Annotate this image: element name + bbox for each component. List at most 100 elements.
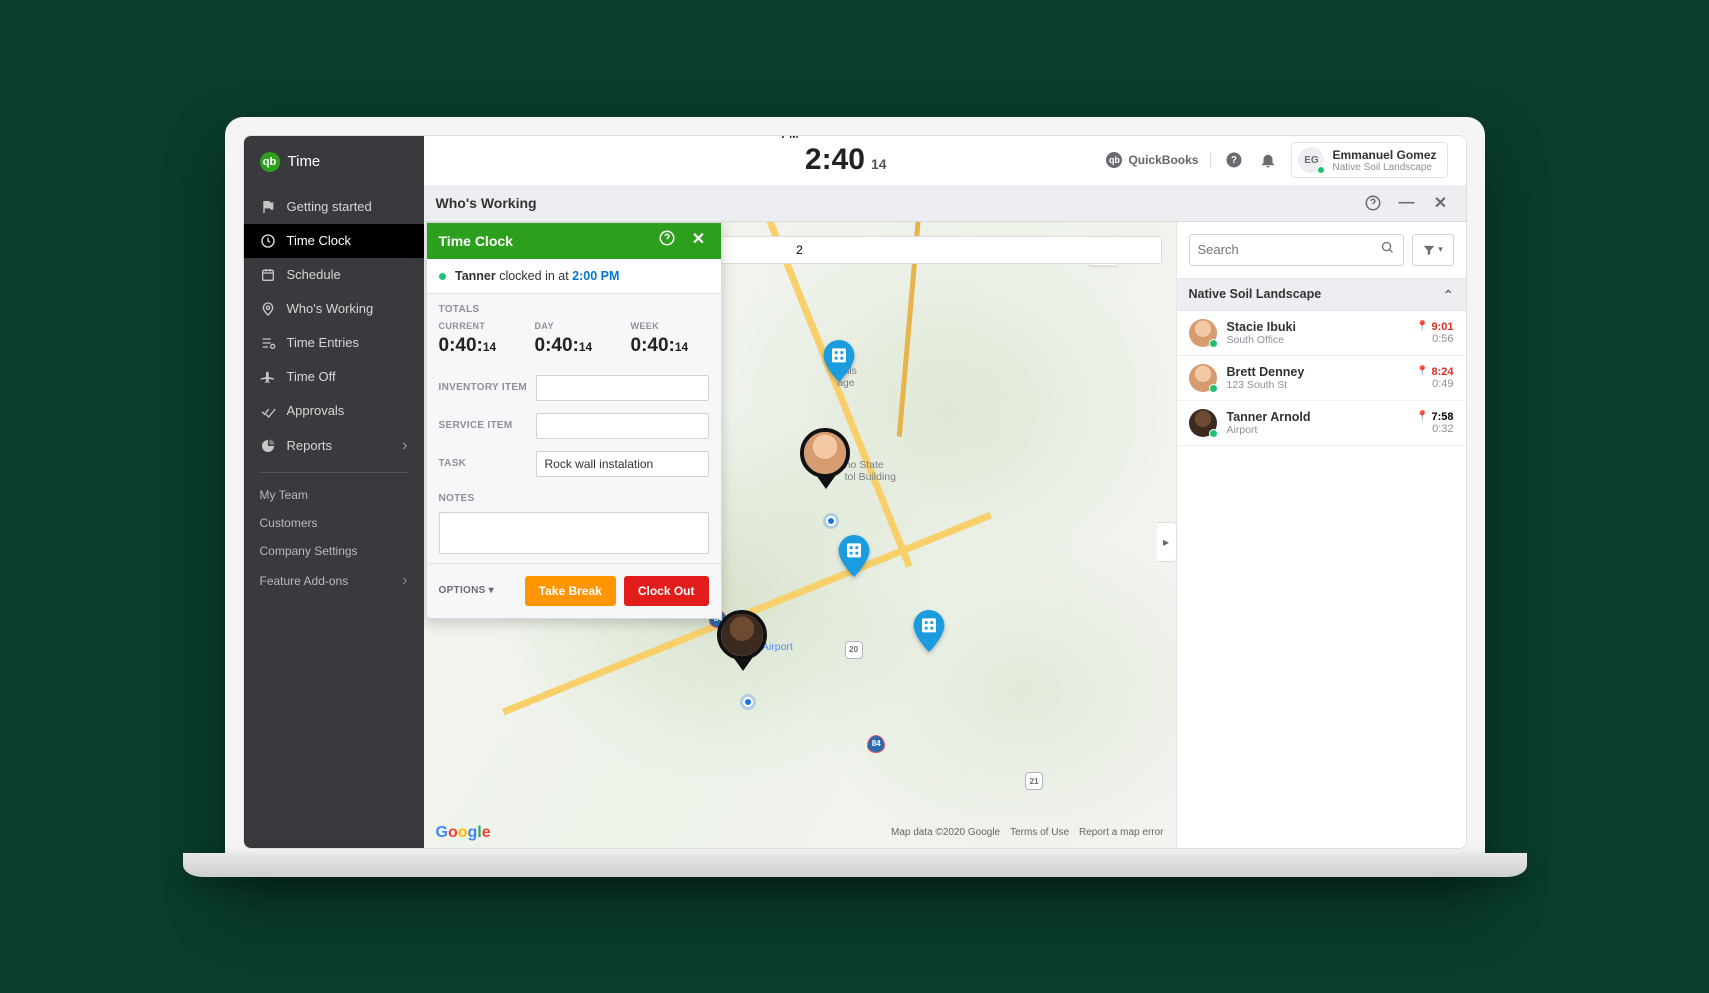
clock-out-button[interactable]: Clock Out <box>624 576 709 606</box>
panel-minimize-button[interactable]: — <box>1394 190 1420 216</box>
close-icon: ✕ <box>1434 193 1447 213</box>
employee-name: Stacie Ibuki <box>1227 320 1407 334</box>
route-shield-icon: 20 <box>845 641 863 659</box>
nav-label: Getting started <box>287 199 372 214</box>
nav-reports[interactable]: Reports › <box>244 428 424 464</box>
nav-label: Time Clock <box>287 233 352 248</box>
nav-schedule[interactable]: Schedule <box>244 258 424 292</box>
calendar-icon <box>260 267 276 283</box>
brand: qb Time <box>244 148 424 190</box>
plane-icon <box>260 369 276 385</box>
minimize-icon: — <box>1399 194 1415 212</box>
nav-approvals[interactable]: Approvals <box>244 394 424 428</box>
nav-company-settings[interactable]: Company Settings <box>244 537 424 565</box>
employee-time-primary: 📍9:01 <box>1416 321 1453 333</box>
totals-label: TOTALS <box>427 294 721 321</box>
help-icon: ? <box>1225 151 1243 169</box>
clock-status: Tanner clocked in at 2:00 PM <box>427 259 721 294</box>
map-attribution: Google Map data ©2020 Google Terms of Us… <box>424 818 1176 848</box>
nav-customers[interactable]: Customers <box>244 509 424 537</box>
search-input[interactable] <box>1198 242 1380 257</box>
map[interactable]: 2 Hillsage ho Statetol Building Airport … <box>424 222 1176 848</box>
nav-time-off[interactable]: Time Off <box>244 360 424 394</box>
employee-map-pin[interactable] <box>800 428 852 490</box>
location-pin[interactable] <box>822 340 856 382</box>
svg-text:?: ? <box>1231 155 1237 166</box>
notes-textarea[interactable] <box>439 512 709 554</box>
status-dot-icon <box>1209 384 1218 393</box>
roster-panel: ▾ Native Soil Landscape ⌃ Stacie Ibuki S… <box>1176 222 1466 848</box>
route-shield-icon: 21 <box>1025 772 1043 790</box>
sidebar-divider <box>260 472 408 473</box>
employee-avatar <box>1189 319 1217 347</box>
nav-getting-started[interactable]: Getting started <box>244 190 424 224</box>
panel-close-button[interactable]: ✕ <box>1428 190 1454 216</box>
nav-label: Time Entries <box>287 335 359 350</box>
employee-map-pin[interactable] <box>717 610 769 672</box>
google-logo-icon: Google <box>436 824 491 842</box>
filter-button[interactable]: ▾ <box>1412 234 1454 266</box>
roster-search[interactable] <box>1189 234 1404 266</box>
employee-time-secondary: 0:49 <box>1416 378 1453 390</box>
service-input[interactable] <box>536 413 709 439</box>
employee-row[interactable]: Brett Denney 123 South St 📍8:24 0:49 <box>1177 356 1466 401</box>
nav-time-clock[interactable]: Time Clock <box>244 224 424 258</box>
user-menu[interactable]: EG Emmanuel Gomez Native Soil Landscape <box>1291 142 1447 178</box>
panel-help-button[interactable] <box>1360 190 1386 216</box>
modal-header: Time Clock ✕ <box>427 223 721 259</box>
totals-row: CURRENT 0:40:14 DAY 0:40:14 WEEK 0:40:14 <box>427 321 721 369</box>
chevron-right-icon: › <box>402 572 407 590</box>
nav-label: Schedule <box>287 267 341 282</box>
employee-name: Brett Denney <box>1227 365 1407 379</box>
location-pin[interactable] <box>912 610 946 652</box>
task-label: TASK <box>439 458 536 469</box>
map-collapse-handle[interactable]: ▸ <box>1157 522 1177 562</box>
nav-my-team[interactable]: My Team <box>244 481 424 509</box>
building-pin-icon <box>822 340 856 382</box>
modal-close-button[interactable]: ✕ <box>689 229 709 252</box>
main-area: PM 2:40 14 qb QuickBooks ? <box>424 136 1466 848</box>
gps-dot-icon <box>826 516 836 526</box>
roster-group-header[interactable]: Native Soil Landscape ⌃ <box>1177 278 1466 311</box>
employee-time-primary: 📍7:58 <box>1416 411 1453 423</box>
nav-feature-addons[interactable]: Feature Add-ons› <box>244 565 424 597</box>
panel-title: Who's Working <box>436 195 537 211</box>
employee-time-primary: 📍8:24 <box>1416 366 1453 378</box>
employee-avatar <box>1189 409 1217 437</box>
employee-time-secondary: 0:56 <box>1416 333 1453 345</box>
employee-time-secondary: 0:32 <box>1416 423 1453 435</box>
location-pin[interactable] <box>837 535 871 577</box>
sidebar: qb Time Getting started Time Clock Sched… <box>244 136 424 848</box>
help-circle-icon <box>658 229 676 247</box>
total-week: WEEK 0:40:14 <box>631 321 709 357</box>
building-pin-icon <box>912 610 946 652</box>
employee-location: Airport <box>1227 424 1407 436</box>
map-copyright: Map data ©2020 Google <box>891 827 1000 838</box>
nav-label: Reports <box>287 438 333 453</box>
nav-label: Approvals <box>287 403 345 418</box>
map-terms-link[interactable]: Terms of Use <box>1010 827 1069 838</box>
take-break-button[interactable]: Take Break <box>525 576 616 606</box>
quickbooks-link[interactable]: qb QuickBooks <box>1106 152 1211 168</box>
flag-icon <box>260 199 276 215</box>
status-dot-icon <box>1209 429 1218 438</box>
total-current: CURRENT 0:40:14 <box>439 321 517 357</box>
modal-help-button[interactable] <box>657 229 677 252</box>
user-name: Emmanuel Gomez <box>1332 148 1436 162</box>
employee-location: 123 South St <box>1227 379 1407 391</box>
user-avatar: EG <box>1298 147 1324 173</box>
topbar: PM 2:40 14 qb QuickBooks ? <box>424 136 1466 186</box>
task-input[interactable] <box>536 451 709 477</box>
nav-time-entries[interactable]: Time Entries <box>244 326 424 360</box>
inventory-input[interactable] <box>536 375 709 401</box>
chevron-right-icon: › <box>402 437 407 455</box>
employee-row[interactable]: Stacie Ibuki South Office 📍9:01 0:56 <box>1177 311 1466 356</box>
options-dropdown[interactable]: OPTIONS ▾ <box>439 585 494 596</box>
notifications-button[interactable] <box>1257 149 1279 171</box>
chevron-down-icon: ▾ <box>1438 244 1443 255</box>
nav-whos-working[interactable]: Who's Working <box>244 292 424 326</box>
clock-icon <box>260 233 276 249</box>
help-button[interactable]: ? <box>1223 149 1245 171</box>
employee-row[interactable]: Tanner Arnold Airport 📍7:58 0:32 <box>1177 401 1466 446</box>
map-report-link[interactable]: Report a map error <box>1079 827 1163 838</box>
